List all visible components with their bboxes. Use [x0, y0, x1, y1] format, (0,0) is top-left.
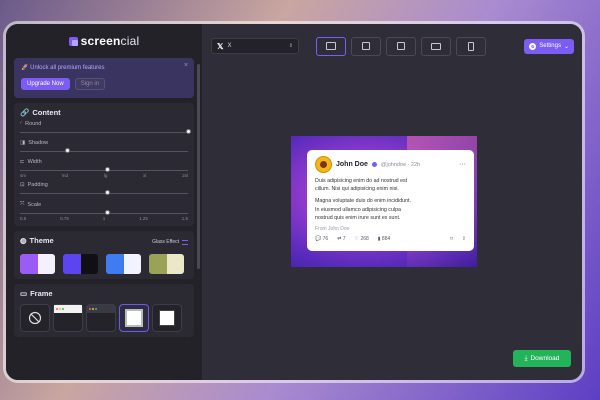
- theme-swatches: [20, 254, 188, 274]
- glass-icon: [182, 239, 188, 245]
- theme-panel: ◍ Theme Glass Effect: [14, 231, 194, 279]
- shadow-label: ◨ Shadow: [20, 140, 49, 146]
- portrait-icon: [468, 41, 474, 51]
- frame-border-thick[interactable]: [119, 304, 149, 332]
- download-icon: ⤓: [524, 354, 528, 362]
- platform-select[interactable]: 𝕏 X ⇕: [211, 38, 299, 54]
- palette-icon: ◍: [20, 236, 27, 245]
- shadow-icon: ◨: [20, 140, 26, 146]
- author-handle: @johndoe · 22h: [380, 161, 421, 168]
- more-icon[interactable]: ···: [459, 161, 466, 168]
- scale-slider[interactable]: [20, 209, 188, 217]
- upgrade-button[interactable]: Upgrade Now: [21, 78, 70, 90]
- tweet-text: Duis adipisicing enim do ad nostrud est c…: [315, 178, 411, 221]
- width-icon: ⊏: [20, 159, 25, 165]
- views-count[interactable]: ▮ 884: [378, 236, 390, 242]
- shadow-slider[interactable]: [20, 147, 188, 155]
- select-arrows-icon: ⇕: [288, 43, 293, 49]
- promo-banner: × 🚀 Unlock all premium features Upgrade …: [14, 58, 194, 98]
- theme-title: ◍ Theme: [20, 236, 54, 245]
- frame-dark-window[interactable]: [86, 304, 116, 332]
- settings-button[interactable]: ⚙ Settings ⌄: [524, 38, 574, 54]
- like-count[interactable]: ♡ 268: [355, 236, 369, 242]
- frame-icon: ▭: [20, 289, 28, 298]
- share-icon[interactable]: ⇪: [462, 236, 466, 242]
- main-area: 𝕏 X ⇕ ⚙ Settings ⌄ John Doe @johndoe · 2…: [202, 24, 582, 380]
- toolbar: 𝕏 X ⇕ ⚙ Settings ⌄: [211, 36, 574, 56]
- thin-border-icon: [159, 310, 175, 326]
- aspect-ratio-group: [316, 36, 486, 56]
- width-slider[interactable]: [20, 166, 188, 174]
- ratio-wide[interactable]: [421, 36, 451, 56]
- frame-light-window[interactable]: [53, 304, 83, 332]
- slider-knob[interactable]: [185, 129, 191, 134]
- round-slider[interactable]: [20, 128, 191, 136]
- sign-in-button[interactable]: Sign in: [74, 78, 106, 90]
- promo-text: 🚀 Unlock all premium features: [21, 65, 105, 71]
- content-title: 🔗 Content: [20, 108, 61, 117]
- scale-icon: ⤧: [20, 201, 25, 207]
- frame-options: [20, 304, 188, 332]
- slider-knob[interactable]: [104, 167, 110, 172]
- logo-icon: [68, 36, 78, 46]
- bookmark-icon[interactable]: ⌑: [450, 236, 453, 242]
- close-icon[interactable]: ×: [184, 62, 188, 69]
- image-icon: [326, 42, 336, 50]
- logo-text: screencial: [80, 34, 140, 48]
- scale-label: ⤧ Scale: [20, 201, 42, 208]
- app-window: screencial × 🚀 Unlock all premium featur…: [6, 24, 582, 380]
- tweet-stats: 💬 76 ⇄ 7 ♡ 268 ▮ 884 ⌑ ⇪: [315, 236, 466, 242]
- thick-border-icon: [125, 309, 143, 327]
- theme-swatch[interactable]: [149, 254, 184, 274]
- padding-slider[interactable]: [20, 189, 188, 197]
- retweet-count[interactable]: ⇄ 7: [337, 236, 345, 242]
- sidebar: screencial × 🚀 Unlock all premium featur…: [6, 24, 202, 380]
- slider-knob[interactable]: [104, 190, 110, 195]
- gear-icon: ⚙: [529, 42, 537, 50]
- platform-value: X: [227, 43, 232, 49]
- author-name: John Doe: [336, 161, 368, 168]
- no-frame-icon: [28, 311, 42, 325]
- theme-swatch[interactable]: [63, 254, 98, 274]
- dark-window-icon: [87, 305, 115, 313]
- logo: screencial: [14, 30, 194, 52]
- verified-icon: [371, 162, 377, 167]
- square-corner-icon: [397, 42, 405, 50]
- ratio-portrait[interactable]: [456, 36, 486, 56]
- sidebar-scrollbar[interactable]: [197, 64, 200, 269]
- avatar: [315, 156, 332, 173]
- slider-knob[interactable]: [64, 148, 70, 153]
- ratio-square-corner[interactable]: [386, 36, 416, 56]
- square-icon: [362, 42, 370, 50]
- x-logo-icon: 𝕏: [217, 41, 224, 51]
- ratio-landscape-image[interactable]: [316, 36, 346, 56]
- frame-border-thin[interactable]: [152, 304, 182, 332]
- reply-count[interactable]: 💬 76: [315, 236, 328, 242]
- theme-swatch[interactable]: [106, 254, 141, 274]
- slider-knob[interactable]: [104, 210, 110, 215]
- chevron-down-icon: ⌄: [563, 43, 569, 50]
- link-icon: 🔗: [20, 108, 30, 117]
- theme-swatch[interactable]: [20, 254, 55, 274]
- padding-icon: ⊡: [20, 182, 25, 188]
- frame-title: ▭ Frame: [20, 289, 53, 298]
- frame-panel: ▭ Frame: [14, 284, 194, 337]
- glass-effect-toggle[interactable]: Glass Effect: [152, 239, 188, 245]
- download-button[interactable]: ⤓ Download: [513, 350, 571, 367]
- preview-canvas: John Doe @johndoe · 22h ··· Duis adipisi…: [291, 136, 477, 267]
- width-label: ⊏ Width: [20, 159, 42, 165]
- from-label: From John Doe: [315, 226, 350, 233]
- ratio-square[interactable]: [351, 36, 381, 56]
- corner-icon: ◜: [20, 121, 23, 127]
- padding-label: ⊡ Padding: [20, 182, 48, 188]
- frame-none[interactable]: [20, 304, 50, 332]
- content-panel: 🔗 Content ◜ Round ◨ Shadow ⊏ Width sm md lg xl: [14, 103, 194, 226]
- light-window-icon: [54, 305, 82, 313]
- tweet-card: John Doe @johndoe · 22h ··· Duis adipisi…: [307, 150, 474, 251]
- round-label: ◜ Round: [20, 121, 42, 127]
- wide-icon: [431, 42, 441, 50]
